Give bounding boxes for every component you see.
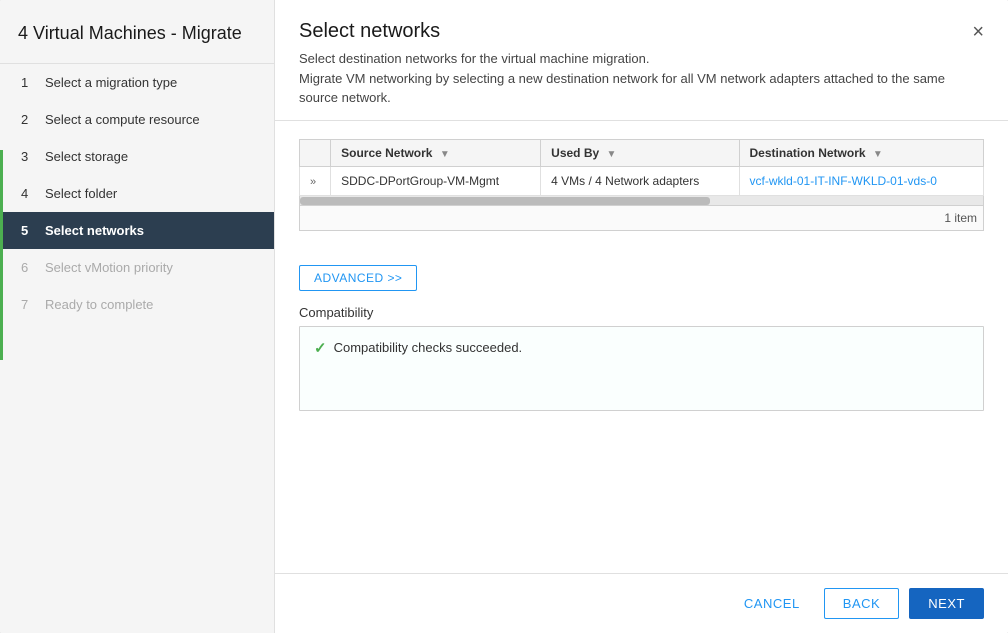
main-header: Select networks Select destination netwo… (275, 0, 1008, 121)
progress-bar (0, 150, 3, 360)
used-by-value: 4 VMs / 4 Network adapters (551, 174, 699, 188)
sidebar-step-5[interactable]: 5 Select networks (0, 212, 274, 249)
back-button[interactable]: BACK (824, 588, 899, 619)
sidebar-step-7: 7 Ready to complete (0, 286, 274, 323)
sidebar-step-3[interactable]: 3 Select storage (0, 138, 274, 175)
step-num: 5 (21, 223, 37, 238)
network-table: Source Network ▼ Used By ▼ Destination N… (299, 139, 984, 196)
close-button[interactable]: × (972, 22, 984, 42)
header-text: Select networks Select destination netwo… (299, 20, 956, 108)
step-label: Select vMotion priority (45, 260, 173, 275)
main-body: Source Network ▼ Used By ▼ Destination N… (275, 121, 1008, 574)
step-num: 3 (21, 149, 37, 164)
col-dest-label: Destination Network (750, 146, 866, 160)
step-num: 7 (21, 297, 37, 312)
destination-network-value[interactable]: vcf-wkld-01-IT-INF-WKLD-01-vds-0 (750, 174, 937, 188)
scrollbar-thumb[interactable] (300, 197, 710, 205)
col-destination-network[interactable]: Destination Network ▼ (739, 139, 983, 166)
compatibility-label: Compatibility (299, 305, 984, 320)
table-header-row: Source Network ▼ Used By ▼ Destination N… (300, 139, 984, 166)
col-expand (300, 139, 331, 166)
desc-line1: Select destination networks for the virt… (299, 49, 956, 69)
page-title: Select networks (299, 20, 956, 43)
source-network-cell: SDDC-DPortGroup-VM-Mgmt (331, 166, 541, 195)
step-num: 2 (21, 112, 37, 127)
sort-usedby-icon[interactable]: ▼ (607, 149, 617, 160)
sort-source-icon[interactable]: ▼ (440, 149, 450, 160)
sort-dest-icon[interactable]: ▼ (873, 149, 883, 160)
cancel-button[interactable]: CANCEL (730, 589, 814, 618)
migrate-dialog: 4 Virtual Machines - Migrate 1 Select a m… (0, 0, 1008, 633)
sidebar-step-2[interactable]: 2 Select a compute resource (0, 101, 274, 138)
sidebar-title: 4 Virtual Machines - Migrate (0, 0, 274, 64)
sidebar-step-4[interactable]: 4 Select folder (0, 175, 274, 212)
source-network-value: SDDC-DPortGroup-VM-Mgmt (341, 174, 499, 188)
dialog-footer: CANCEL BACK NEXT (275, 573, 1008, 633)
sidebar-steps: 1 Select a migration type 2 Select a comput… (0, 64, 274, 633)
destination-network-cell[interactable]: vcf-wkld-01-IT-INF-WKLD-01-vds-0 (739, 166, 983, 195)
desc-line2: Migrate VM networking by selecting a new… (299, 69, 956, 108)
step-num: 4 (21, 186, 37, 201)
step-num: 6 (21, 260, 37, 275)
sidebar-step-1[interactable]: 1 Select a migration type (0, 64, 274, 101)
col-usedby-label: Used By (551, 146, 599, 160)
step-label: Select networks (45, 223, 144, 238)
horizontal-scrollbar[interactable] (299, 196, 984, 206)
step-label: Select a compute resource (45, 112, 200, 127)
col-source-label: Source Network (341, 146, 432, 160)
compatibility-box: ✓ Compatibility checks succeeded. (299, 326, 984, 411)
row-expand-cell[interactable]: » (300, 166, 331, 195)
col-source-network[interactable]: Source Network ▼ (331, 139, 541, 166)
check-icon: ✓ (314, 339, 327, 357)
sidebar: 4 Virtual Machines - Migrate 1 Select a m… (0, 0, 275, 633)
table-footer: 1 item (299, 206, 984, 231)
next-button[interactable]: NEXT (909, 588, 984, 619)
used-by-cell: 4 VMs / 4 Network adapters (541, 166, 739, 195)
col-used-by[interactable]: Used By ▼ (541, 139, 739, 166)
advanced-button[interactable]: ADVANCED >> (299, 265, 417, 291)
step-label: Select storage (45, 149, 128, 164)
table-row: » SDDC-DPortGroup-VM-Mgmt 4 VMs / 4 Netw… (300, 166, 984, 195)
main-content: Select networks Select destination netwo… (275, 0, 1008, 633)
compatibility-check: ✓ Compatibility checks succeeded. (314, 339, 969, 357)
compatibility-text: Compatibility checks succeeded. (334, 340, 523, 355)
sidebar-step-6: 6 Select vMotion priority (0, 249, 274, 286)
step-label: Ready to complete (45, 297, 153, 312)
step-label: Select folder (45, 186, 117, 201)
step-num: 1 (21, 75, 37, 90)
step-label: Select a migration type (45, 75, 177, 90)
expand-icon[interactable]: » (310, 176, 316, 188)
